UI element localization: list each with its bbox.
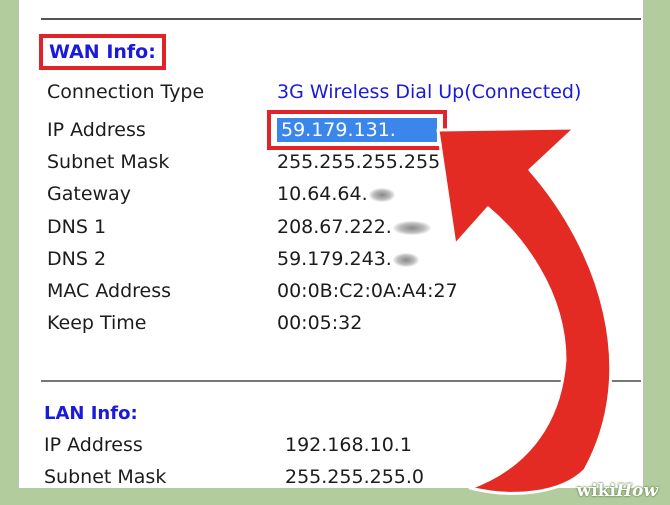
- watermark-how: How: [615, 481, 658, 501]
- curved-arrow-icon: [436, 126, 613, 495]
- wikihow-watermark: wikiHow: [577, 481, 658, 501]
- watermark-wiki: wiki: [576, 481, 616, 501]
